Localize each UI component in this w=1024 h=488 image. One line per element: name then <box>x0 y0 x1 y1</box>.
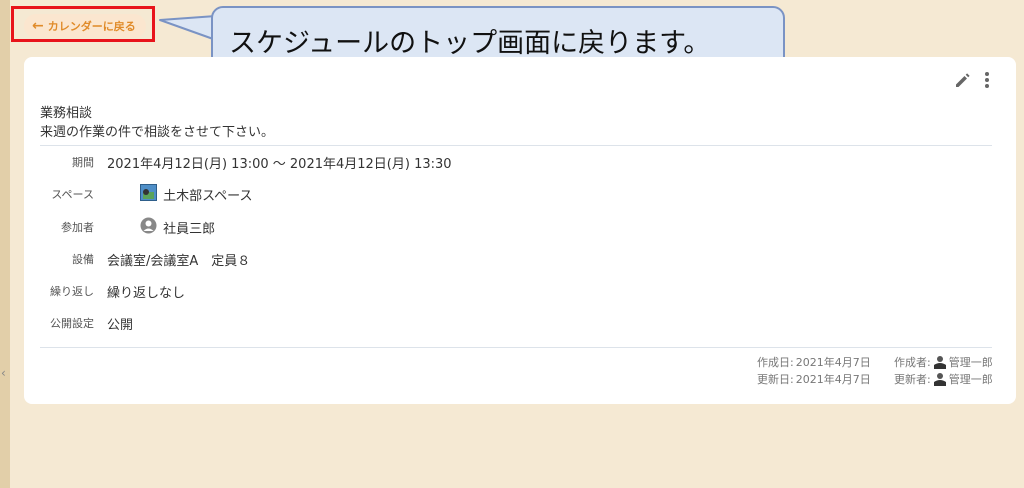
edit-pencil-icon[interactable] <box>954 71 972 93</box>
creator-avatar-icon <box>933 355 947 369</box>
participants-label: 参加者 <box>61 221 94 234</box>
repeat-value: 繰り返しなし <box>107 285 186 301</box>
updater-label: 更新者: <box>894 373 931 386</box>
row-repeat: 繰り返し 繰り返しなし <box>40 281 185 301</box>
created-date: 2021年4月7日 <box>795 356 871 369</box>
more-options-icon[interactable] <box>984 71 990 93</box>
event-detail-card: 業務相談 来週の作業の件で相談をさせて下さい。 期間 2021年4月12日(月)… <box>24 57 1016 404</box>
updated-date: 2021年4月7日 <box>795 373 871 386</box>
creator-meta: 作成者: 管理一郎 <box>894 354 993 370</box>
updater-avatar-icon <box>933 372 947 386</box>
visibility-value: 公開 <box>107 317 134 333</box>
left-panel-strip <box>0 0 10 488</box>
row-equipment: 設備 会議室/会議室A 定員８ <box>40 249 250 269</box>
row-participants: 参加者 社員三郎 <box>40 217 215 237</box>
creator-label: 作成者: <box>894 356 931 369</box>
updater-meta: 更新者: 管理一郎 <box>894 371 993 387</box>
participant-name[interactable]: 社員三郎 <box>163 218 215 237</box>
updated-label: 更新日: <box>757 373 794 386</box>
visibility-label: 公開設定 <box>50 317 94 330</box>
user-avatar-icon <box>107 202 157 253</box>
created-label: 作成日: <box>757 356 794 369</box>
callout-text: スケジュールのトップ画面に戻ります。 <box>229 27 711 59</box>
creator-name[interactable]: 管理一郎 <box>949 354 993 370</box>
arrow-left-icon: ← <box>32 18 44 34</box>
repeat-label: 繰り返し <box>50 285 94 298</box>
created-date-meta: 作成日: 2021年4月7日 <box>757 354 871 370</box>
period-label: 期間 <box>72 156 94 169</box>
divider-top <box>40 145 992 146</box>
back-to-calendar-button[interactable]: ← カレンダーに戻る <box>24 14 146 38</box>
event-description: 来週の作業の件で相談をさせて下さい。 <box>40 125 275 140</box>
equipment-label: 設備 <box>72 253 94 266</box>
expand-panel-chevron-icon[interactable]: ‹ <box>1 366 6 380</box>
row-visibility: 公開設定 公開 <box>40 313 133 333</box>
updated-date-meta: 更新日: 2021年4月7日 <box>757 371 871 387</box>
space-label: スペース <box>51 188 94 201</box>
divider-bottom <box>40 347 992 348</box>
card-actions <box>954 71 990 93</box>
equipment-value: 会議室/会議室A 定員８ <box>107 253 251 269</box>
back-button-label: カレンダーに戻る <box>47 20 136 33</box>
event-title: 業務相談 <box>40 106 93 121</box>
updater-name[interactable]: 管理一郎 <box>949 371 993 387</box>
